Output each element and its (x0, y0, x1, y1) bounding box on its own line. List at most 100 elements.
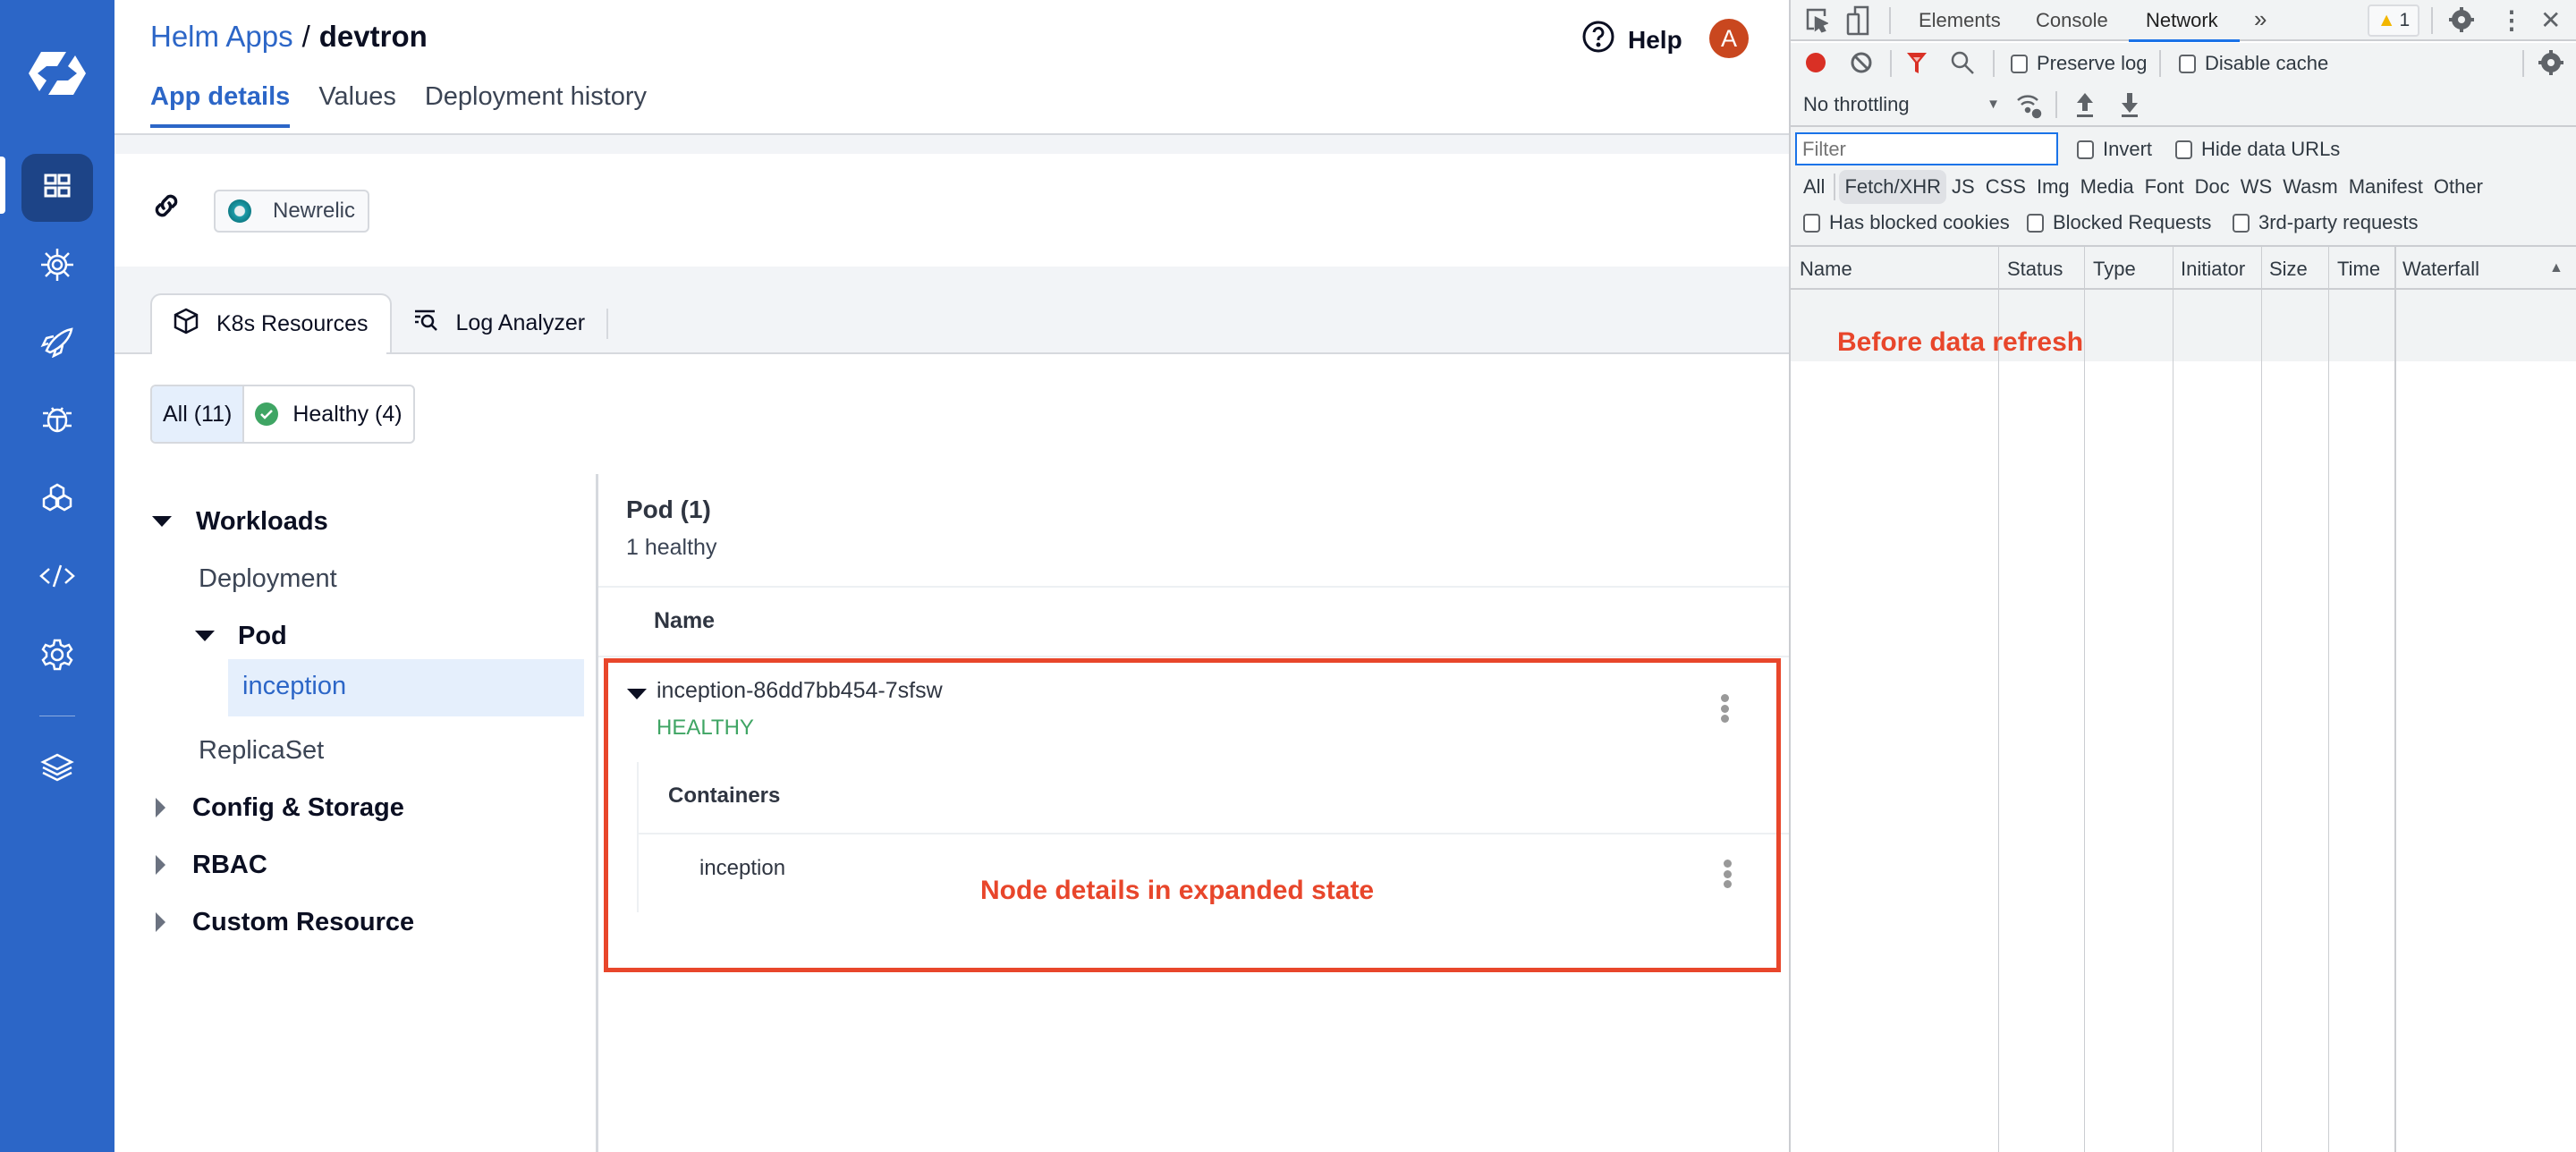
network-conditions-icon[interactable] (2014, 91, 2043, 120)
column-header-name[interactable]: Name (1800, 258, 1852, 281)
settings-gear-icon[interactable] (2449, 7, 2474, 32)
tree-group-pod[interactable]: Pod (195, 608, 287, 664)
export-har-download-icon[interactable] (2120, 91, 2140, 118)
devtools-tab-network[interactable]: Network (2146, 9, 2218, 32)
column-header-waterfall[interactable]: Waterfall (2402, 258, 2479, 281)
divider (598, 656, 1789, 657)
breadcrumb-helm-apps-link[interactable]: Helm Apps (150, 20, 293, 54)
tab-values[interactable]: Values (318, 82, 396, 128)
filter-healthy[interactable]: Healthy (4) (244, 386, 412, 442)
checkbox[interactable] (2011, 54, 2028, 73)
nav-item-stack-manager[interactable] (21, 735, 93, 803)
user-avatar[interactable]: A (1709, 19, 1749, 58)
pod-panel-title: Pod (1) (626, 496, 711, 523)
column-header-status[interactable]: Status (2007, 258, 2063, 281)
devtools-tab-console[interactable]: Console (2036, 9, 2108, 32)
main-content: Helm Apps / devtron Help A App details V… (114, 0, 1789, 1152)
caret-down-icon (195, 631, 215, 641)
record-icon[interactable] (1803, 50, 1828, 75)
tree-item-inception-selected[interactable]: inception (228, 659, 584, 716)
more-options-icon[interactable]: ⋮ (2499, 5, 2524, 35)
rocket-icon (39, 326, 75, 362)
nav-item-bulk-edit[interactable] (21, 465, 93, 533)
tree-item-deployment[interactable]: Deployment (199, 551, 337, 606)
column-header-type[interactable]: Type (2093, 258, 2136, 281)
active-tab-underline (2129, 39, 2240, 42)
devtron-logo-icon[interactable] (21, 45, 93, 102)
invert-checkbox[interactable]: Invert (2077, 138, 2152, 161)
tab-log-analyzer[interactable]: Log Analyzer (392, 293, 607, 353)
devtools-tab-elements[interactable]: Elements (1919, 9, 2001, 32)
newrelic-link-chip[interactable]: Newrelic (214, 190, 370, 233)
checkbox[interactable] (2233, 213, 2250, 233)
nav-item-global-configurations[interactable] (21, 623, 93, 690)
tree-group-rbac[interactable]: RBAC (156, 837, 267, 893)
has-blocked-cookies-checkbox[interactable]: Has blocked cookies (1803, 211, 2010, 234)
status-filter-group: All (11) Healthy (4) (150, 385, 415, 444)
column-divider (2328, 245, 2329, 1152)
tab-k8s-resources[interactable]: K8s Resources (150, 293, 392, 353)
search-icon[interactable] (1950, 50, 1975, 75)
warnings-badge[interactable]: ▲ 1 (2368, 4, 2419, 37)
checkbox-label: Preserve log (2037, 52, 2148, 74)
nav-item-applications[interactable] (21, 154, 93, 222)
throttling-select[interactable]: No throttling ▼ (1803, 93, 2000, 116)
tree-item-replicaset[interactable]: ReplicaSet (199, 723, 324, 778)
toolbar-divider (2055, 91, 2057, 118)
type-filter-media[interactable]: Media (2075, 172, 2140, 202)
tree-group-workloads[interactable]: Workloads (152, 494, 328, 549)
type-filter-img[interactable]: Img (2031, 172, 2075, 202)
type-filter-css[interactable]: CSS (1980, 172, 2031, 202)
tree-label: Deployment (199, 563, 337, 593)
type-filter-fetch-xhr[interactable]: Fetch/XHR (1839, 170, 1947, 204)
help-button[interactable]: Help (1581, 20, 1682, 60)
tab-deployment-history[interactable]: Deployment history (425, 82, 647, 128)
type-filter-font[interactable]: Font (2140, 172, 2190, 202)
network-settings-gear-icon[interactable] (2538, 50, 2563, 75)
preserve-log-checkbox[interactable]: Preserve log (2011, 52, 2148, 75)
filter-input[interactable] (1795, 132, 2058, 165)
sort-ascending-icon[interactable]: ▲ (2549, 260, 2563, 276)
tab-app-details[interactable]: App details (150, 82, 291, 128)
helm-wheel-icon (39, 247, 75, 287)
type-filter-doc[interactable]: Doc (2190, 172, 2235, 202)
checkbox[interactable] (2027, 213, 2044, 233)
type-filter-all[interactable]: All (1798, 172, 1830, 202)
nav-item-code[interactable] (21, 544, 93, 612)
nav-item-helm-charts[interactable] (21, 233, 93, 301)
type-filter-other[interactable]: Other (2428, 172, 2488, 202)
filter-funnel-icon[interactable] (1905, 50, 1928, 75)
checkbox[interactable] (2179, 54, 2196, 73)
filter-all[interactable]: All (11) (152, 386, 245, 442)
blocked-requests-checkbox[interactable]: Blocked Requests (2027, 211, 2211, 234)
checkbox[interactable] (2077, 140, 2094, 159)
network-toolbar: Preserve log Disable cache (1791, 43, 2576, 84)
column-divider (2084, 245, 2085, 1152)
type-filter-wasm[interactable]: Wasm (2277, 172, 2343, 202)
third-party-requests-checkbox[interactable]: 3rd-party requests (2233, 211, 2419, 234)
tree-group-custom-resource[interactable]: Custom Resource (156, 894, 414, 950)
column-header-time[interactable]: Time (2337, 258, 2380, 281)
hide-data-urls-checkbox[interactable]: Hide data URLs (2175, 138, 2340, 161)
device-toolbar-icon[interactable] (1846, 5, 1869, 36)
tree-group-config-storage[interactable]: Config & Storage (156, 780, 404, 835)
import-har-upload-icon[interactable] (2075, 91, 2095, 118)
column-header-initiator[interactable]: Initiator (2181, 258, 2245, 281)
checkbox[interactable] (1803, 213, 1820, 233)
nav-item-deployment-groups[interactable] (21, 309, 93, 377)
more-tabs-chevron-icon[interactable]: » (2254, 5, 2267, 33)
disable-cache-checkbox[interactable]: Disable cache (2179, 52, 2328, 75)
clear-icon[interactable] (1850, 50, 1873, 75)
inspect-element-icon[interactable] (1805, 7, 1828, 34)
type-filter-ws[interactable]: WS (2235, 172, 2277, 202)
column-divider (2173, 245, 2174, 1152)
check-circle-icon (255, 402, 279, 426)
nav-item-security[interactable] (21, 386, 93, 454)
type-filter-manifest[interactable]: Manifest (2343, 172, 2428, 202)
type-filter-js[interactable]: JS (1946, 172, 1980, 202)
close-devtools-icon[interactable]: ✕ (2540, 5, 2561, 35)
column-header-size[interactable]: Size (2269, 258, 2308, 281)
tab-label: K8s Resources (216, 311, 369, 336)
checkbox[interactable] (2175, 140, 2192, 159)
newrelic-logo-icon (228, 199, 251, 223)
